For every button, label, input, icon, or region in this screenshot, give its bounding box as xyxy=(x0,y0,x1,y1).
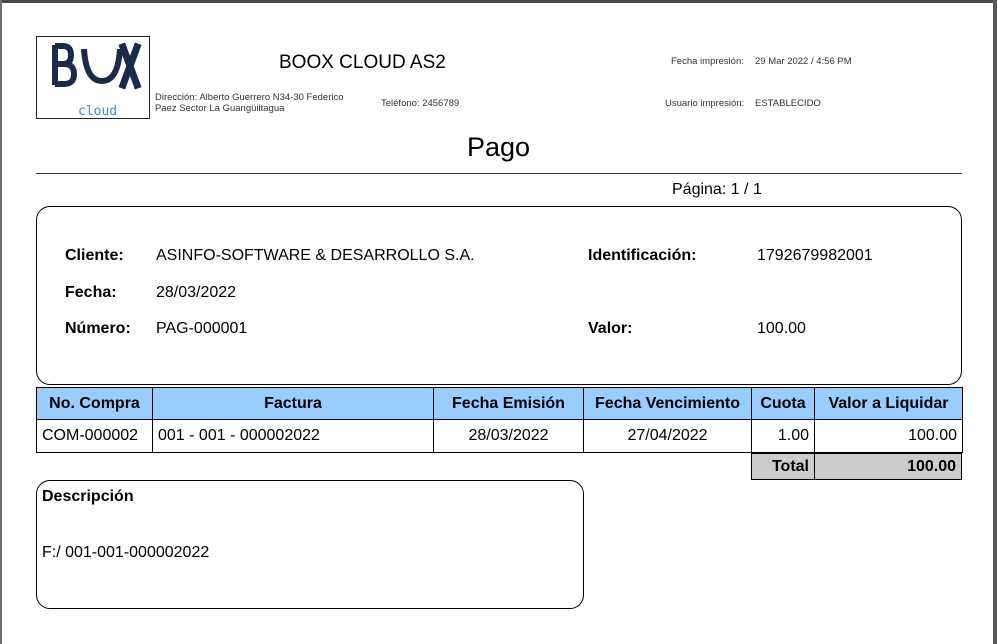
total-value: 100.00 xyxy=(814,453,962,480)
company-name: BOOX CLOUD AS2 xyxy=(279,52,446,73)
print-user-value: ESTABLECIDO xyxy=(755,98,821,109)
col-header-fecha-emision: Fecha Emisión xyxy=(433,387,584,420)
cell-fecha-emision: 28/03/2022 xyxy=(433,419,584,453)
cell-cuota: 1.00 xyxy=(751,419,815,453)
total-label: Total xyxy=(751,453,815,480)
col-header-no-compra: No. Compra xyxy=(36,387,153,420)
cell-factura: 001 - 001 - 000002022 xyxy=(152,419,434,453)
logo-subtext: cloud xyxy=(78,104,118,119)
numero-value: PAG-000001 xyxy=(156,320,248,337)
col-header-valor-liquidar: Valor a Liquidar xyxy=(814,387,963,420)
window-top-border xyxy=(0,0,997,3)
col-header-factura: Factura xyxy=(152,387,434,420)
valor-value: 100.00 xyxy=(757,320,806,337)
col-header-fecha-vencimiento: Fecha Vencimiento xyxy=(583,387,752,420)
company-address: Dirección: Alberto Guerrero N34-30 Feder… xyxy=(155,92,370,114)
table-header-row: No. Compra Factura Fecha Emisión Fecha V… xyxy=(36,387,963,420)
payment-items-table: No. Compra Factura Fecha Emisión Fecha V… xyxy=(36,387,963,453)
page-number: Página: 1 / 1 xyxy=(672,181,762,198)
print-date-label: Fecha impresión: xyxy=(671,56,744,67)
identificacion-value: 1792679982001 xyxy=(757,247,873,264)
cell-no-compra: COM-000002 xyxy=(36,419,153,453)
valor-label: Valor: xyxy=(588,320,633,337)
cliente-label: Cliente: xyxy=(65,247,124,264)
table-row: COM-000002 001 - 001 - 000002022 28/03/2… xyxy=(36,419,963,453)
address-line-2: Paez Sector La Guangüiltagua xyxy=(155,103,285,114)
document-title: Pago xyxy=(466,132,531,162)
identificacion-label: Identificación: xyxy=(588,247,697,264)
company-logo: cloud xyxy=(36,36,150,119)
cell-valor-liquidar: 100.00 xyxy=(814,419,963,453)
print-date-value: 29 Mar 2022 / 4:56 PM xyxy=(755,56,852,67)
numero-label: Número: xyxy=(65,320,131,337)
description-text: F:/ 001-001-000002022 xyxy=(42,544,210,561)
cell-fecha-vencimiento: 27/04/2022 xyxy=(583,419,752,453)
col-header-cuota: Cuota xyxy=(751,387,815,420)
cliente-value: ASINFO-SOFTWARE & DESARROLLO S.A. xyxy=(156,247,475,264)
window-right-border xyxy=(993,0,997,644)
address-line-1: Dirección: Alberto Guerrero N34-30 Feder… xyxy=(155,92,344,103)
company-phone: Teléfono: 2456789 xyxy=(381,98,460,109)
window-left-border xyxy=(0,0,2,644)
print-user-label: Usuario impresión: xyxy=(665,98,745,109)
title-divider xyxy=(36,173,962,174)
fecha-label: Fecha: xyxy=(65,284,117,301)
fecha-value: 28/03/2022 xyxy=(156,284,237,301)
description-label: Descripción xyxy=(42,488,134,505)
